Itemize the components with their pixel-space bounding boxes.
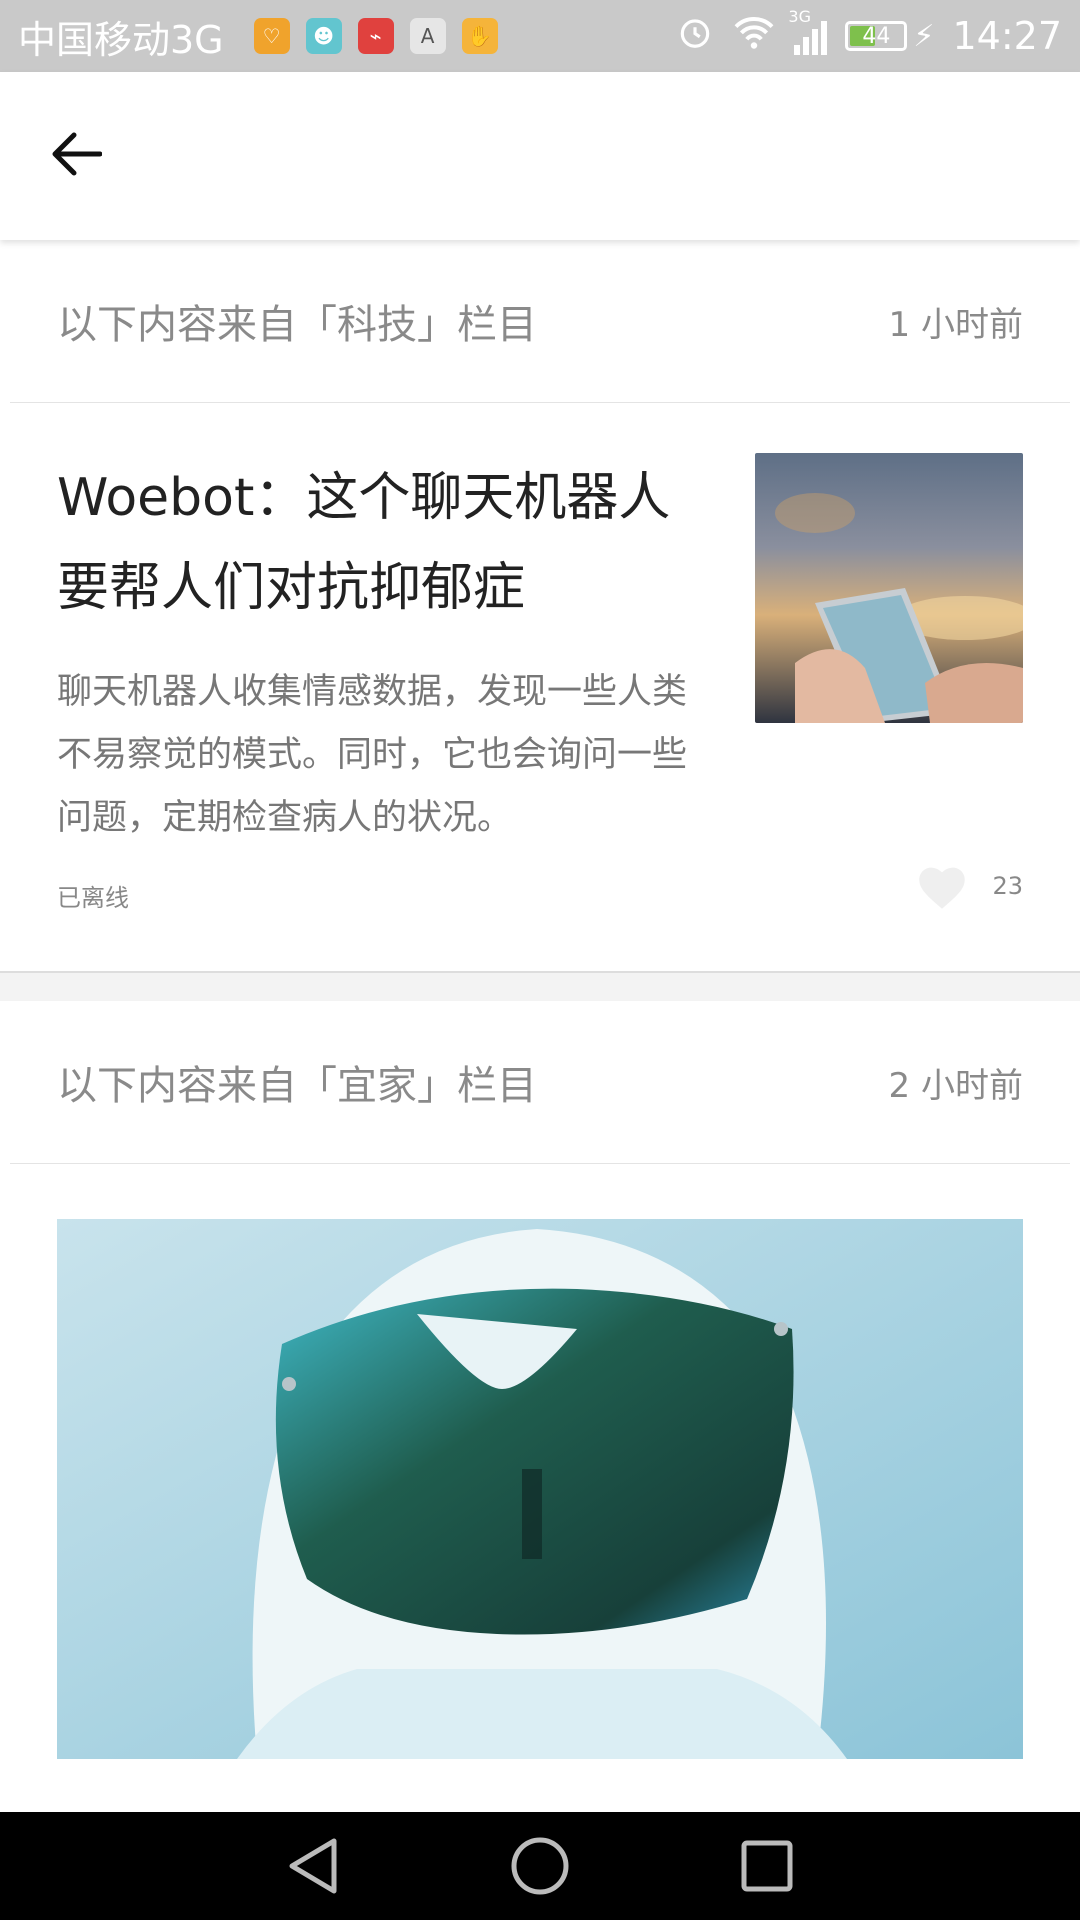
android-app-icon: ☻: [305, 18, 342, 54]
home-circle-icon: [511, 1837, 569, 1895]
section-separator: [0, 971, 1080, 1001]
wifi-icon: [732, 14, 776, 59]
article-title[interactable]: Woebot：这个聊天机器人要帮人们对抗抑郁症: [57, 453, 697, 633]
section-title: 以下内容来自「科技」栏目: [57, 302, 537, 348]
article-summary: 聊天机器人收集情感数据，发现一些人类不易察觉的模式。同时，它也会询问一些问题，定…: [57, 672, 688, 838]
feed: 以下内容来自「科技」栏目 1 小时前 Woebot：这个聊天机器人要帮人们对抗抑…: [0, 240, 1080, 1164]
back-button[interactable]: [50, 124, 120, 184]
font-app-icon: A: [409, 18, 446, 54]
status-bar: 中国移动3G ♡ ☻ ⌁ A ✋ 3G 44 ⚡ 14:27: [0, 0, 1080, 72]
like-control[interactable]: 23: [916, 863, 1023, 909]
charging-icon: ⚡: [913, 18, 935, 54]
phone-in-hand-photo: [755, 453, 1023, 723]
section-header: 以下内容来自「宜家」栏目 2 小时前: [0, 1001, 1080, 1163]
heart-icon[interactable]: [916, 863, 968, 909]
section-header: 以下内容来自「科技」栏目 1 小时前: [0, 240, 1080, 402]
battery-icon: 44: [845, 21, 908, 51]
divider: [10, 1163, 1070, 1164]
clock-time: 14:27: [952, 14, 1062, 58]
arrow-left-icon: [52, 132, 102, 176]
recents-square-icon: [741, 1840, 793, 1892]
nav-back-button[interactable]: [278, 1831, 348, 1901]
back-triangle-icon: [289, 1838, 337, 1894]
hand-app-icon: ✋: [461, 18, 498, 54]
nav-recents-button[interactable]: [732, 1831, 802, 1901]
astronaut-helmet-photo: [57, 1219, 1023, 1759]
section-title: 以下内容来自「宜家」栏目: [57, 1063, 537, 1109]
section-time: 1 小时前: [888, 304, 1023, 345]
battery-level: 44: [862, 23, 891, 49]
article-source-status: 已离线: [57, 884, 129, 912]
article-hero-image[interactable]: [57, 1219, 1023, 1759]
top-app-bar: [0, 72, 1080, 240]
article-card[interactable]: Woebot：这个聊天机器人要帮人们对抗抑郁症 聊天机器人收集情感数据，发现一些…: [0, 403, 1080, 971]
nav-home-button[interactable]: [505, 1831, 575, 1901]
alarm-icon: [676, 13, 714, 60]
section-time: 2 小时前: [888, 1065, 1023, 1106]
carrier-label: 中国移动3G: [18, 17, 224, 62]
like-count: 23: [992, 872, 1023, 900]
stocks-app-icon: ⌁: [357, 18, 394, 54]
signal-icon: 3G: [788, 7, 828, 55]
health-app-icon: ♡: [253, 18, 290, 54]
article-thumbnail[interactable]: [755, 453, 1023, 723]
system-nav-bar: [0, 1812, 1080, 1920]
network-type-label: 3G: [788, 7, 811, 26]
